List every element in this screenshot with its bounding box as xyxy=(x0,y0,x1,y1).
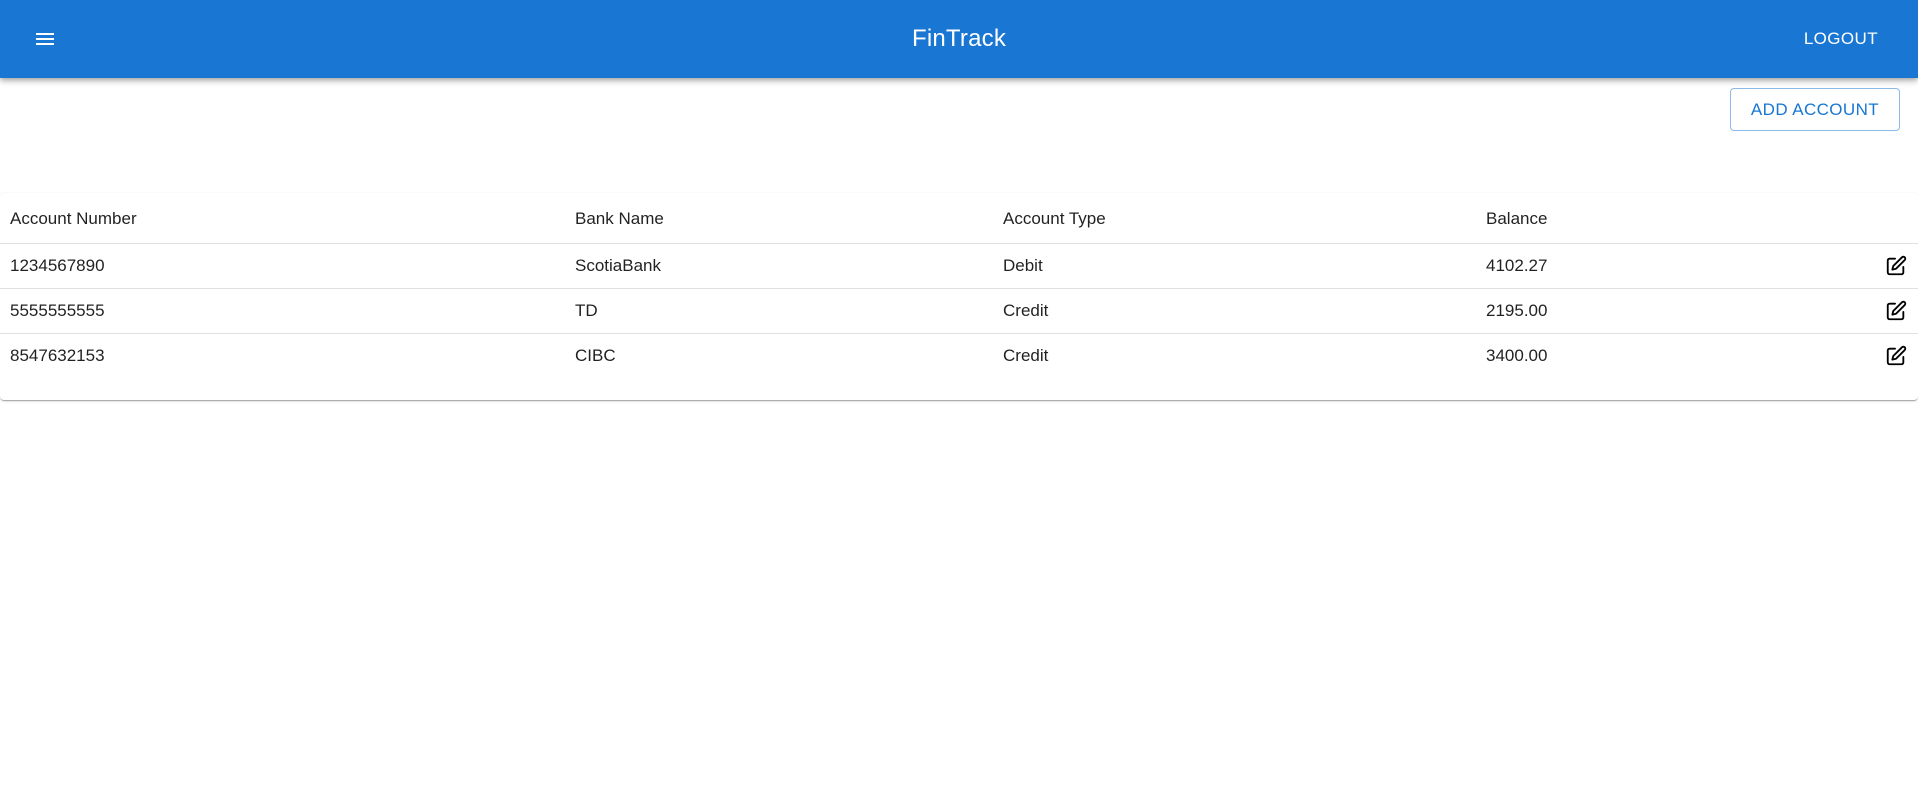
cell-balance: 2195.00 xyxy=(1476,288,1840,334)
logout-button[interactable]: LOGOUT xyxy=(1800,21,1882,57)
table-row: 1234567890 ScotiaBank Debit 4102.27 xyxy=(0,243,1918,289)
app-title: FinTrack xyxy=(911,25,1007,52)
edit-icon xyxy=(1886,255,1907,275)
cell-bank-name: TD xyxy=(565,288,993,334)
cell-account-number: 1234567890 xyxy=(0,243,565,289)
accounts-table: Account Number Bank Name Account Type Ba… xyxy=(0,193,1918,378)
edit-icon xyxy=(1886,300,1907,320)
cell-balance: 3400.00 xyxy=(1486,345,1548,365)
cell-account-type: Credit xyxy=(993,288,1476,334)
table-header-row: Account Number Bank Name Account Type Ba… xyxy=(0,193,1918,244)
header-bank-name: Bank Name xyxy=(565,193,993,244)
cell-account-type: Credit xyxy=(1003,345,1049,365)
add-account-button[interactable]: ADD ACCOUNT xyxy=(1730,88,1900,131)
header-actions xyxy=(1840,193,1918,244)
app-bar: FinTrack LOGOUT xyxy=(0,0,1918,78)
cell-bank-name: CIBC xyxy=(575,345,616,365)
edit-button[interactable] xyxy=(1882,342,1910,370)
cell-account-number: 5555555555 xyxy=(0,288,565,334)
header-account-type: Account Type xyxy=(993,193,1476,244)
table-row: 5555555555 TD Credit 2195.00 xyxy=(0,288,1918,334)
menu-icon xyxy=(36,33,54,45)
header-account-number: Account Number xyxy=(0,193,565,244)
cell-account-number: 8547632153 xyxy=(10,345,105,365)
cell-account-type: Debit xyxy=(993,243,1476,289)
header-balance: Balance xyxy=(1476,193,1840,244)
edit-icon xyxy=(1886,345,1907,365)
edit-button[interactable] xyxy=(1882,252,1910,280)
accounts-table-container: Account Number Bank Name Account Type Ba… xyxy=(0,193,1918,400)
menu-button[interactable] xyxy=(24,18,66,60)
cell-balance: 4102.27 xyxy=(1476,243,1840,289)
edit-button[interactable] xyxy=(1882,297,1910,325)
table-row: 8547632153 CIBC Credit 3400.00 xyxy=(0,333,1918,378)
cell-bank-name: ScotiaBank xyxy=(565,243,993,289)
